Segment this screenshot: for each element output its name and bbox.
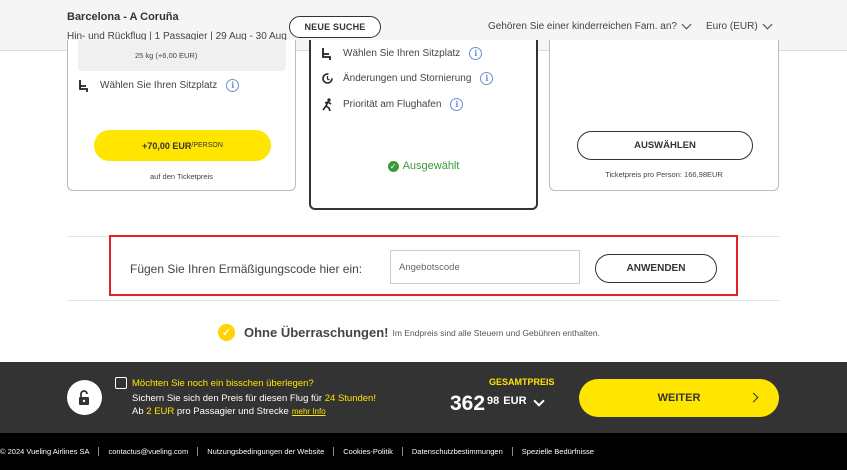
footer-special-needs-link[interactable]: Spezielle Bedürfnisse	[513, 447, 603, 456]
divider	[67, 300, 780, 301]
promo-code-label: Fügen Sie Ihren Ermäßigungscode hier ein…	[130, 262, 363, 276]
total-price-currency: EUR	[503, 395, 527, 407]
select-fare-button[interactable]: AUSWÄHLEN	[577, 131, 753, 160]
hold-price-line-1: Sichern Sie sich den Preis für diesen Fl…	[132, 393, 376, 404]
seat-icon	[320, 46, 334, 60]
feature-label: Wählen Sie Ihren Sitzplatz	[343, 47, 461, 59]
info-icon[interactable]: i	[469, 46, 483, 60]
large-family-label: Gehören Sie einer kinderreichen Fam. an?	[488, 21, 677, 32]
apply-button[interactable]: ANWENDEN	[595, 254, 717, 283]
feature-priority: Priorität am Flughafen i	[320, 97, 464, 111]
feature-label: Wählen Sie Ihren Sitzplatz	[100, 79, 218, 91]
hold-price-checkbox[interactable]	[115, 377, 127, 389]
fare-card-selected: Wählen Sie Ihren Sitzplatz i Änderungen …	[309, 40, 538, 210]
route-title: Barcelona - A Coruña	[67, 11, 179, 23]
baggage-label: 25 kg (+6,00 EUR)	[135, 51, 198, 60]
currency-label: Euro (EUR)	[706, 21, 758, 32]
price-unit: /PERSON	[191, 142, 223, 149]
feature-seat: Wählen Sie Ihren Sitzplatz i	[77, 78, 240, 92]
chevron-down-icon	[532, 395, 545, 407]
hold-duration: 24 Stunden!	[324, 393, 376, 404]
price-value: +70,00 EUR	[142, 140, 192, 151]
chevron-right-icon	[748, 392, 759, 403]
refresh-icon	[320, 71, 334, 85]
total-price[interactable]: 362 98 EUR	[450, 391, 545, 417]
ticket-price-per-person: Ticketpreis pro Person: 166,98EUR	[605, 170, 723, 179]
total-price-decimals: 98	[487, 395, 500, 407]
hold-text: Ab	[132, 406, 147, 417]
currency-dropdown[interactable]: Euro (EUR)	[706, 19, 773, 32]
hold-price: 2 EUR	[146, 406, 175, 417]
baggage-option: 25 kg (+6,00 EUR)	[78, 40, 286, 71]
no-surprises-title: Ohne Überraschungen!	[244, 325, 389, 340]
upgrade-price-button[interactable]: +70,00 EUR/PERSON	[94, 130, 271, 161]
checkout-bar: Möchten Sie noch ein bisschen überlegen?…	[0, 362, 847, 433]
price-subtext: auf den Ticketpreis	[150, 172, 213, 181]
hold-text: Sichern Sie sich den Preis für diesen Fl…	[132, 393, 325, 404]
chevron-down-icon	[762, 19, 773, 30]
hold-price-title: Möchten Sie noch ein bisschen überlegen?	[132, 378, 314, 389]
footer-terms-link[interactable]: Nutzungsbedingungen der Website	[198, 447, 335, 456]
footer-copyright: © 2024 Vueling Airlines SA	[0, 447, 100, 456]
feature-seat: Wählen Sie Ihren Sitzplatz i	[320, 46, 483, 60]
more-info-link[interactable]: mehr Info	[292, 407, 326, 416]
fare-card-left: 25 kg (+6,00 EUR) Wählen Sie Ihren Sitzp…	[67, 40, 296, 191]
total-price-label: GESAMTPREIS	[489, 377, 555, 387]
check-icon: ✓	[218, 324, 235, 341]
promo-code-input[interactable]	[390, 250, 580, 284]
footer-cookies-link[interactable]: Cookies-Politik	[334, 447, 403, 456]
hold-price-line-2: Ab 2 EUR pro Passagier und Strecke mehr I…	[132, 406, 326, 417]
total-price-integer: 362	[450, 392, 486, 415]
promo-code-section: Fügen Sie Ihren Ermäßigungscode hier ein…	[109, 235, 738, 296]
feature-changes: Änderungen und Stornierung i	[320, 71, 494, 85]
footer-contact-link[interactable]: contactus@vueling.com	[99, 447, 199, 456]
large-family-dropdown[interactable]: Gehören Sie einer kinderreichen Fam. an?	[488, 19, 692, 32]
running-person-icon	[320, 97, 334, 111]
continue-button[interactable]: WEITER	[579, 379, 779, 417]
fare-card-right: AUSWÄHLEN Ticketpreis pro Person: 166,98…	[549, 40, 779, 191]
selected-label: Ausgewählt	[402, 160, 460, 172]
footer: © 2024 Vueling Airlines SA contactus@vue…	[0, 433, 847, 470]
continue-label: WEITER	[657, 392, 701, 404]
feature-label: Änderungen und Stornierung	[343, 72, 472, 84]
seat-icon	[77, 78, 91, 92]
new-search-button[interactable]: NEUE SUCHE	[289, 16, 381, 38]
chevron-down-icon	[681, 19, 692, 30]
no-surprises-note: ✓ Ohne Überraschungen! Im Endpreis sind …	[218, 324, 600, 341]
check-icon: ✓	[387, 160, 399, 172]
unlock-icon	[67, 380, 102, 415]
selected-status: ✓ Ausgewählt	[311, 160, 536, 172]
feature-label: Priorität am Flughafen	[343, 98, 442, 110]
footer-privacy-link[interactable]: Datenschutzbestimmungen	[403, 447, 513, 456]
info-icon[interactable]: i	[480, 71, 494, 85]
info-icon[interactable]: i	[450, 97, 464, 111]
hold-text: pro Passagier und Strecke	[174, 406, 289, 417]
info-icon[interactable]: i	[226, 78, 240, 92]
no-surprises-text: Im Endpreis sind alle Steuern und Gebühr…	[392, 327, 600, 338]
